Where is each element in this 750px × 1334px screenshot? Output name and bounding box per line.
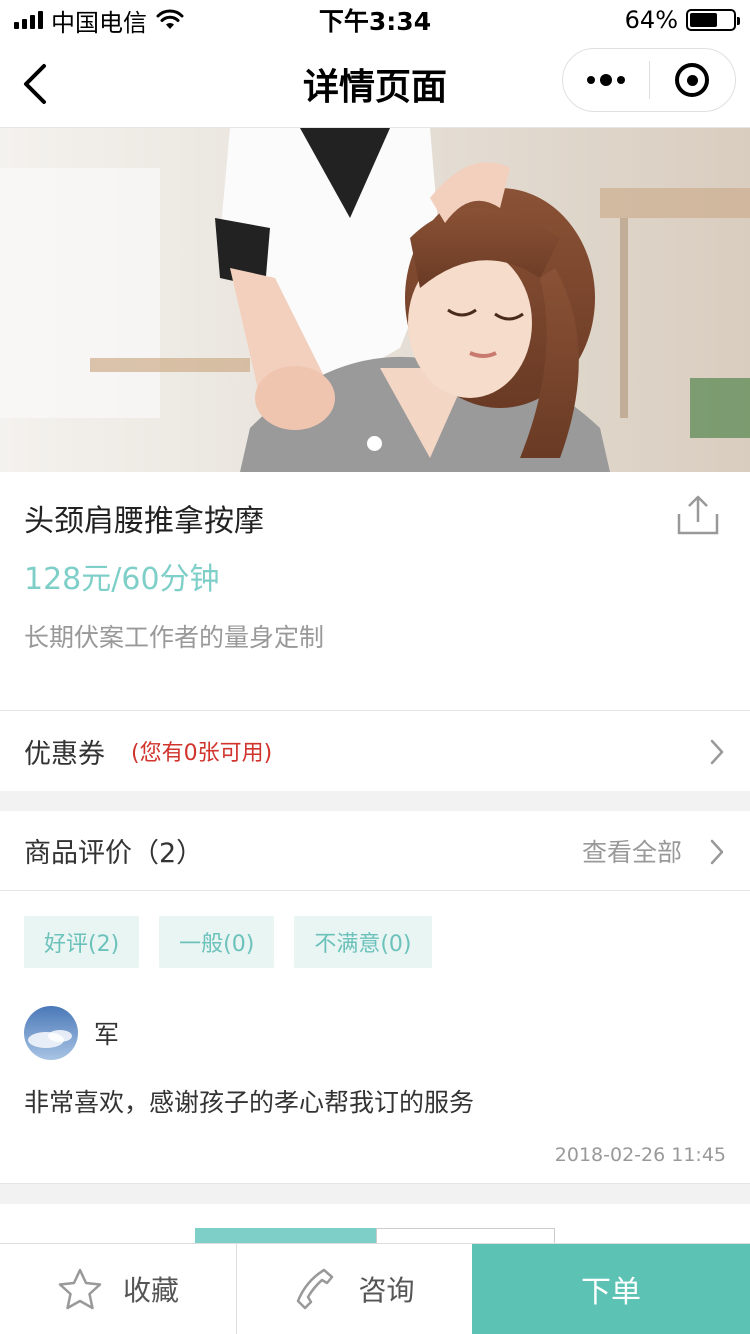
- filter-bad[interactable]: 不满意(0): [294, 916, 432, 968]
- product-info: 头颈肩腰推拿按摩 128元/60分钟 长期伏案工作者的量身定制: [0, 472, 750, 710]
- nav-bar: 详情页面: [0, 40, 750, 128]
- avatar: [24, 1006, 78, 1060]
- filter-neutral[interactable]: 一般(0): [159, 916, 275, 968]
- detail-tabs-partial: [195, 1228, 555, 1244]
- reviews-label: 商品评价（2）: [24, 838, 204, 869]
- coupon-label: 优惠券: [24, 738, 105, 770]
- coupon-row[interactable]: 优惠券 (您有0张可用): [0, 711, 750, 791]
- chevron-right-icon: [710, 739, 724, 765]
- status-right: 64%: [624, 6, 740, 34]
- more-dots-icon[interactable]: [563, 49, 649, 111]
- product-price: 128元/60分钟: [24, 562, 220, 597]
- consult-label: 咨询: [358, 1274, 415, 1307]
- page-title: 详情页面: [302, 66, 447, 108]
- product-banner[interactable]: [0, 128, 750, 472]
- carrier-label: 中国电信: [51, 8, 147, 37]
- reviews-header[interactable]: 商品评价（2） 查看全部: [0, 811, 750, 891]
- battery-percent: 64%: [624, 6, 678, 34]
- favorite-label: 收藏: [122, 1274, 179, 1307]
- banner-image: [0, 128, 750, 472]
- star-icon: [58, 1268, 102, 1310]
- coupon-availability: (您有0张可用): [131, 741, 273, 766]
- chevron-left-icon[interactable]: [18, 62, 54, 106]
- filter-good[interactable]: 好评(2): [24, 916, 140, 968]
- share-icon[interactable]: [676, 494, 720, 536]
- product-title: 头颈肩腰推拿按摩: [24, 504, 264, 539]
- signal-icon: [14, 11, 43, 29]
- wifi-icon: [156, 9, 184, 29]
- chevron-right-icon: [710, 839, 724, 865]
- battery-fill: [690, 13, 717, 27]
- consult-button[interactable]: 咨询: [236, 1244, 472, 1334]
- phone-icon: [297, 1268, 334, 1310]
- bottom-action-bar: 收藏 咨询 下单: [0, 1243, 750, 1334]
- target-close-icon[interactable]: [650, 49, 736, 111]
- mini-program-capsule: [562, 48, 736, 112]
- view-all-link[interactable]: 查看全部: [582, 833, 682, 869]
- carousel-indicator-dot[interactable]: [367, 436, 382, 451]
- status-left: 中国电信: [14, 3, 185, 38]
- favorite-button[interactable]: 收藏: [0, 1244, 236, 1334]
- status-bar: 中国电信 下午3:34 64%: [0, 0, 750, 40]
- review-filters: 好评(2) 一般(0) 不满意(0): [24, 916, 432, 968]
- reviewer: 军: [24, 1006, 119, 1060]
- battery-icon: [686, 9, 740, 31]
- tab-inactive-partial[interactable]: [376, 1228, 555, 1244]
- review-timestamp: 2018-02-26 11:45: [554, 1144, 726, 1166]
- section-gap: [0, 1184, 750, 1204]
- order-button[interactable]: 下单: [472, 1244, 750, 1334]
- section-gap: [0, 791, 750, 811]
- reviewer-name: 军: [94, 1020, 120, 1049]
- review-text: 非常喜欢，感谢孩子的孝心帮我订的服务: [24, 1088, 475, 1117]
- tab-active-partial[interactable]: [195, 1228, 376, 1244]
- product-description: 长期伏案工作者的量身定制: [24, 623, 325, 652]
- order-label: 下单: [581, 1275, 641, 1310]
